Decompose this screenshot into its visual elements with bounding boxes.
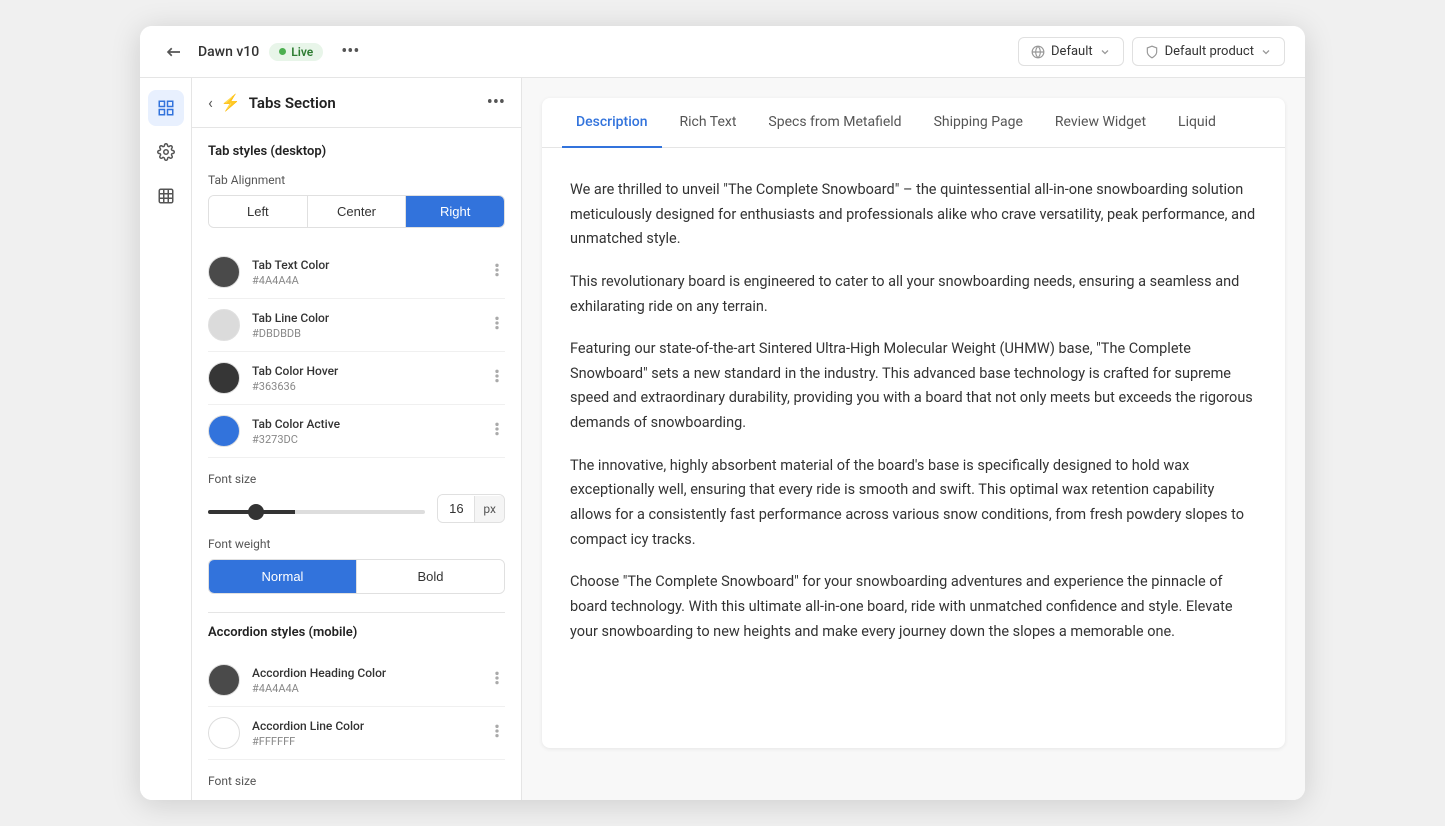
tab-line-color-hex: #DBDBDB xyxy=(252,327,477,340)
tabs-nav: Description Rich Text Specs from Metafie… xyxy=(542,98,1285,148)
tab-shipping[interactable]: Shipping Page xyxy=(920,98,1037,148)
default-dropdown[interactable]: Default xyxy=(1018,37,1124,66)
panel-title-icon: ⚡ xyxy=(221,93,241,112)
font-size-unit: px xyxy=(474,496,504,522)
font-size-input-wrap: px xyxy=(437,494,505,523)
top-bar-more-button[interactable]: ••• xyxy=(333,37,367,66)
tab-hover-color-menu[interactable] xyxy=(489,368,505,388)
tab-line-color-label: Tab Line Color xyxy=(252,311,477,325)
accordion-heading-label: Accordion Heading Color xyxy=(252,666,477,680)
accordion-heading-info: Accordion Heading Color #4A4A4A xyxy=(252,666,477,695)
tab-hover-color-hex: #363636 xyxy=(252,380,477,393)
main-layout: ‹ ⚡ Tabs Section ••• Tab styles (desktop… xyxy=(140,78,1305,800)
tab-text-color-swatch[interactable] xyxy=(208,256,240,288)
top-bar-center: Default Default product xyxy=(1018,37,1285,66)
accordion-line-hex: #FFFFFF xyxy=(252,735,477,748)
color-row-line: Tab Line Color #DBDBDB xyxy=(208,299,505,352)
tab-rich-text[interactable]: Rich Text xyxy=(666,98,751,148)
content-para-5: Choose "The Complete Snowboard" for your… xyxy=(570,570,1257,644)
accordion-line-menu[interactable] xyxy=(489,723,505,743)
weight-bold-button[interactable]: Bold xyxy=(357,560,504,593)
content-para-3: Featuring our state-of-the-art Sintered … xyxy=(570,337,1257,436)
accordion-line-swatch[interactable] xyxy=(208,717,240,749)
tab-specs[interactable]: Specs from Metafield xyxy=(754,98,915,148)
font-size-row: px xyxy=(208,494,505,523)
accordion-line-label: Accordion Line Color xyxy=(252,719,477,733)
color-row-hover: Tab Color Hover #363636 xyxy=(208,352,505,405)
top-bar: Dawn v10 Live ••• Default Default produc… xyxy=(140,26,1305,78)
tab-review[interactable]: Review Widget xyxy=(1041,98,1160,148)
font-size-slider-container xyxy=(208,499,425,518)
preview-inner: Description Rich Text Specs from Metafie… xyxy=(542,98,1285,748)
content-para-4: The innovative, highly absorbent materia… xyxy=(570,454,1257,553)
sidebar-item-layers[interactable] xyxy=(148,90,184,126)
weight-normal-button[interactable]: Normal xyxy=(209,560,357,593)
panel-header: ‹ ⚡ Tabs Section ••• xyxy=(192,78,521,128)
accordion-line-info: Accordion Line Color #FFFFFF xyxy=(252,719,477,748)
panel-title: Tabs Section xyxy=(249,94,479,112)
app-window: Dawn v10 Live ••• Default Default produc… xyxy=(140,26,1305,800)
tab-text-color-label: Tab Text Color xyxy=(252,258,477,272)
preview-area: Description Rich Text Specs from Metafie… xyxy=(522,78,1305,800)
content-body: We are thrilled to unveil "The Complete … xyxy=(542,148,1285,674)
theme-name: Dawn v10 xyxy=(198,44,259,60)
accordion-line-color-row: Accordion Line Color #FFFFFF xyxy=(208,707,505,760)
accordion-heading-menu[interactable] xyxy=(489,670,505,690)
tab-hover-color-label: Tab Color Hover xyxy=(252,364,477,378)
font-size-label: Font size xyxy=(208,472,505,486)
tab-line-color-info: Tab Line Color #DBDBDB xyxy=(252,311,477,340)
tab-text-color-info: Tab Text Color #4A4A4A xyxy=(252,258,477,287)
top-bar-left: Dawn v10 Live ••• xyxy=(160,37,1002,66)
align-left-button[interactable]: Left xyxy=(209,196,308,227)
align-right-button[interactable]: Right xyxy=(406,196,504,227)
font-size-input[interactable] xyxy=(438,495,474,522)
font-weight-label: Font weight xyxy=(208,537,505,551)
color-row-text: Tab Text Color #4A4A4A xyxy=(208,246,505,299)
tab-line-color-menu[interactable] xyxy=(489,315,505,335)
panel-more-button[interactable]: ••• xyxy=(487,92,505,113)
accordion-heading-hex: #4A4A4A xyxy=(252,682,477,695)
align-center-button[interactable]: Center xyxy=(308,196,407,227)
tab-active-color-swatch[interactable] xyxy=(208,415,240,447)
settings-panel: ‹ ⚡ Tabs Section ••• Tab styles (desktop… xyxy=(192,78,522,800)
content-para-1: We are thrilled to unveil "The Complete … xyxy=(570,178,1257,252)
section-title-mobile: Accordion styles (mobile) xyxy=(208,625,505,640)
tab-text-color-menu[interactable] xyxy=(489,262,505,282)
tab-hover-color-info: Tab Color Hover #363636 xyxy=(252,364,477,393)
icon-sidebar xyxy=(140,78,192,800)
tab-description[interactable]: Description xyxy=(562,98,662,148)
back-icon[interactable] xyxy=(160,38,188,66)
font-weight-group: Normal Bold xyxy=(208,559,505,594)
tab-line-color-swatch[interactable] xyxy=(208,309,240,341)
panel-content: Tab styles (desktop) Tab Alignment Left … xyxy=(192,128,521,800)
alignment-group: Left Center Right xyxy=(208,195,505,228)
content-para-2: This revolutionary board is engineered t… xyxy=(570,270,1257,319)
tab-hover-color-swatch[interactable] xyxy=(208,362,240,394)
color-row-active: Tab Color Active #3273DC xyxy=(208,405,505,458)
sidebar-item-settings[interactable] xyxy=(148,134,184,170)
section-title-desktop: Tab styles (desktop) xyxy=(208,144,505,159)
font-size-section: Font size px xyxy=(208,472,505,523)
live-badge: Live xyxy=(269,43,323,61)
accordion-heading-color-row: Accordion Heading Color #4A4A4A xyxy=(208,654,505,707)
accordion-font-size-label: Font size xyxy=(208,774,505,788)
tab-text-color-hex: #4A4A4A xyxy=(252,274,477,287)
font-size-slider[interactable] xyxy=(208,510,425,514)
tab-liquid[interactable]: Liquid xyxy=(1164,98,1230,148)
sidebar-item-grid[interactable] xyxy=(148,178,184,214)
tab-active-color-menu[interactable] xyxy=(489,421,505,441)
product-dropdown[interactable]: Default product xyxy=(1132,37,1285,66)
panel-back-button[interactable]: ‹ xyxy=(208,93,213,112)
tab-active-color-hex: #3273DC xyxy=(252,433,477,446)
tab-active-color-label: Tab Color Active xyxy=(252,417,477,431)
tab-alignment-label: Tab Alignment xyxy=(208,173,505,187)
live-dot xyxy=(279,48,286,55)
section-divider xyxy=(208,612,505,613)
tab-active-color-info: Tab Color Active #3273DC xyxy=(252,417,477,446)
accordion-heading-swatch[interactable] xyxy=(208,664,240,696)
